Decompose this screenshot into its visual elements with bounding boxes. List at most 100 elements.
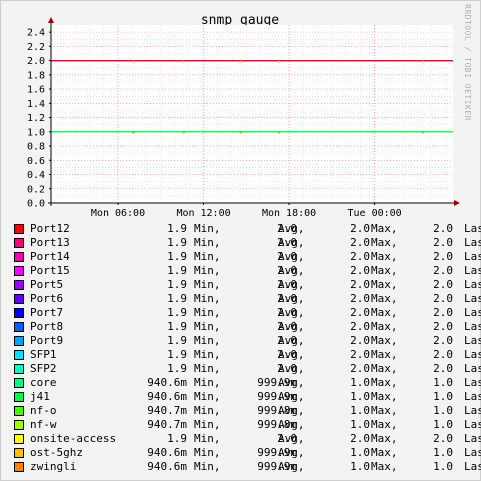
legend-last-value: 1.0 — [433, 446, 453, 459]
legend-max-label: Max, — [371, 334, 398, 347]
legend-max-value: 1.0 — [350, 460, 370, 473]
legend-series-name: ost-5ghz — [30, 446, 83, 459]
legend-series-name: zwingli — [30, 460, 77, 473]
legend-last-value: 2.0 — [433, 320, 453, 333]
legend-row: Port8 1.9 Min, 2.0 Avg, 2.0 Max, 2.0 Las — [14, 320, 481, 334]
legend-swatch — [14, 420, 24, 430]
legend-series-name: Port5 — [30, 278, 64, 291]
legend-max-value: 1.0 — [350, 418, 370, 431]
legend-swatch — [14, 266, 24, 276]
legend-max-value: 1.0 — [350, 390, 370, 403]
legend-max-label: Max, — [371, 404, 398, 417]
legend-max-value: 1.0 — [350, 376, 370, 389]
legend-min-value: 1.9 — [167, 320, 187, 333]
legend-row: Port9 1.9 Min, 2.0 Avg, 2.0 Max, 2.0 Las — [14, 334, 481, 348]
legend-swatch — [14, 378, 24, 388]
legend-swatch — [14, 336, 24, 346]
legend-last-label: Las — [464, 348, 481, 361]
legend-swatch — [14, 238, 24, 248]
legend-series-name: Port12 — [30, 222, 70, 235]
legend-min-label: Min, — [194, 432, 221, 445]
legend-swatch — [14, 364, 24, 374]
y-tick-label: 1.0 — [27, 127, 45, 138]
legend-last-label: Las — [464, 446, 481, 459]
legend-swatch — [14, 448, 24, 458]
legend-last-label: Las — [464, 404, 481, 417]
legend-last-label: Las — [464, 362, 481, 375]
legend-last-label: Las — [464, 376, 481, 389]
legend-series-name: Port8 — [30, 320, 64, 333]
legend-avg-label: Avg, — [278, 250, 305, 263]
legend-last-value: 2.0 — [433, 236, 453, 249]
legend-min-value: 940.7m — [147, 404, 187, 417]
legend-last-value: 2.0 — [433, 250, 453, 263]
legend-last-value: 2.0 — [433, 278, 453, 291]
legend-swatch — [14, 252, 24, 262]
legend-last-label: Las — [464, 222, 481, 235]
legend-last-label: Las — [464, 418, 481, 431]
legend-min-value: 1.9 — [167, 306, 187, 319]
legend-max-label: Max, — [371, 432, 398, 445]
legend-row: SFP2 1.9 Min, 2.0 Avg, 2.0 Max, 2.0 Las — [14, 362, 481, 376]
legend-min-value: 940.6m — [147, 446, 187, 459]
legend-series-name: Port7 — [30, 306, 64, 319]
legend-last-value: 1.0 — [433, 376, 453, 389]
legend-max-value: 2.0 — [350, 278, 370, 291]
legend-last-value: 1.0 — [433, 390, 453, 403]
x-tick-label: Mon 12:00 — [176, 208, 230, 219]
legend-min-value: 1.9 — [167, 432, 187, 445]
legend-swatch — [14, 308, 24, 318]
legend-max-value: 2.0 — [350, 432, 370, 445]
legend-last-label: Las — [464, 460, 481, 473]
legend-last-value: 2.0 — [433, 306, 453, 319]
legend-min-value: 1.9 — [167, 334, 187, 347]
y-tick-label: 1.2 — [27, 113, 45, 124]
legend-max-value: 2.0 — [350, 264, 370, 277]
legend-max-value: 1.0 — [350, 404, 370, 417]
legend-row: nf-o 940.7m Min, 999.8m Avg, 1.0 Max, 1.0 Las — [14, 404, 481, 418]
legend-min-value: 1.9 — [167, 236, 187, 249]
legend-series-name: Port6 — [30, 292, 64, 305]
legend-min-label: Min, — [194, 222, 221, 235]
legend-min-label: Min, — [194, 306, 221, 319]
legend-min-label: Min, — [194, 404, 221, 417]
legend-avg-label: Avg, — [278, 264, 305, 277]
legend-max-label: Max, — [371, 418, 398, 431]
legend-max-label: Max, — [371, 362, 398, 375]
legend-max-value: 2.0 — [350, 320, 370, 333]
legend-min-value: 940.6m — [147, 460, 187, 473]
legend-max-label: Max, — [371, 376, 398, 389]
legend-min-value: 1.9 — [167, 264, 187, 277]
legend-last-label: Las — [464, 432, 481, 445]
x-tick-label: Mon 18:00 — [262, 208, 316, 219]
legend-max-value: 2.0 — [350, 222, 370, 235]
legend-max-label: Max, — [371, 460, 398, 473]
legend-min-label: Min, — [194, 460, 221, 473]
legend-swatch — [14, 280, 24, 290]
legend-max-label: Max, — [371, 264, 398, 277]
legend-swatch — [14, 392, 24, 402]
legend-series-name: core — [30, 376, 57, 389]
legend-max-label: Max, — [371, 348, 398, 361]
legend-min-value: 1.9 — [167, 250, 187, 263]
legend-series-name: Port14 — [30, 250, 70, 263]
legend-avg-label: Avg, — [278, 460, 305, 473]
legend-min-label: Min, — [194, 446, 221, 459]
legend-row: Port15 1.9 Min, 2.0 Avg, 2.0 Max, 2.0 Las — [14, 264, 481, 278]
legend-avg-label: Avg, — [278, 334, 305, 347]
legend-row: Port12 1.9 Min, 2.0 Avg, 2.0 Max, 2.0 Las — [14, 222, 481, 236]
legend-avg-label: Avg, — [278, 320, 305, 333]
legend-last-value: 2.0 — [433, 362, 453, 375]
legend-last-label: Las — [464, 306, 481, 319]
legend-min-label: Min, — [194, 236, 221, 249]
y-tick-labels: 0.0 0.2 0.4 0.6 0.8 1.0 1.2 1.4 1.6 1.8 2.0 2.2 2.4 — [27, 28, 45, 210]
y-tick-label: 0.2 — [27, 184, 45, 195]
legend-avg-label: Avg, — [278, 278, 305, 291]
legend-min-label: Min, — [194, 334, 221, 347]
legend-swatch — [14, 406, 24, 416]
legend-min-label: Min, — [194, 362, 221, 375]
legend-swatch — [14, 434, 24, 444]
legend-min-label: Min, — [194, 348, 221, 361]
legend-max-label: Max, — [371, 222, 398, 235]
legend-max-label: Max, — [371, 446, 398, 459]
